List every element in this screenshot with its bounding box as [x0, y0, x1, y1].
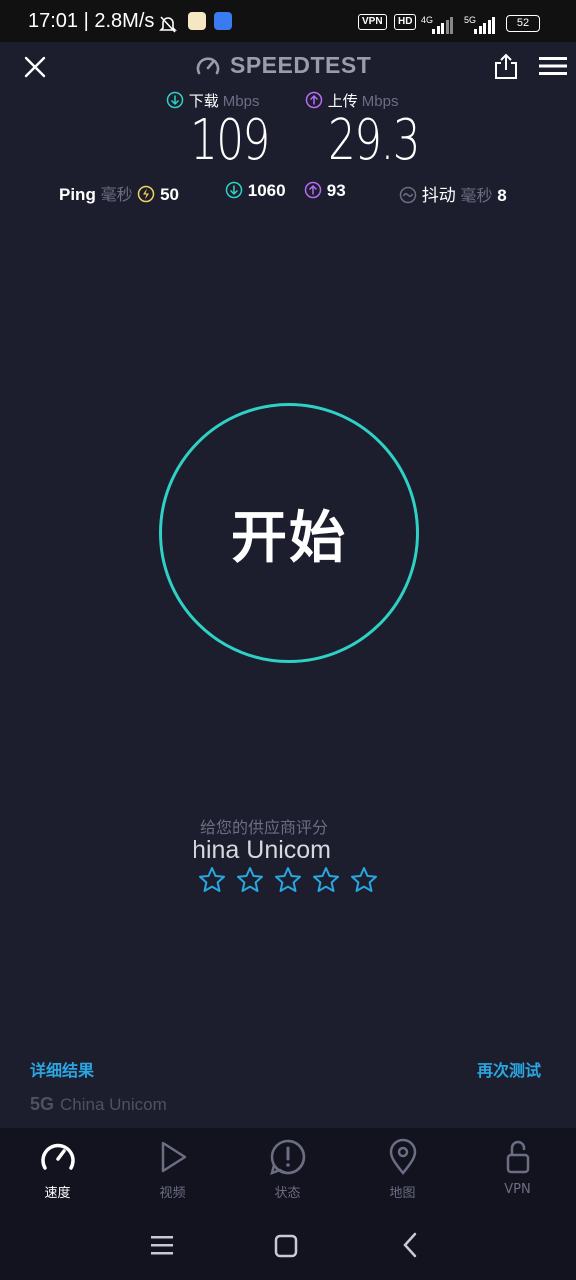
network-info: 5G China Unicom — [30, 1094, 167, 1115]
close-icon[interactable] — [24, 56, 46, 78]
rating-star-icon[interactable] — [236, 866, 264, 894]
download-value: 109 — [190, 108, 270, 173]
menu-icon[interactable] — [539, 56, 567, 76]
network-type-badge: 5G — [30, 1094, 55, 1114]
ping-upload-icon — [304, 181, 322, 199]
recent-apps-icon[interactable] — [150, 1234, 174, 1256]
ping-download-value: 1060 — [247, 181, 286, 200]
battery-icon: 52 — [506, 15, 540, 32]
status-time: 17:01 | 2.8M/s — [28, 10, 155, 32]
signal-icon — [432, 15, 455, 34]
download-arrow-icon — [166, 91, 184, 109]
tab-video[interactable]: 视频 — [115, 1128, 230, 1214]
rate-provider-prompt: 给您的供应商评分 — [200, 818, 329, 837]
tab-label: 视频 — [159, 1186, 186, 1201]
jitter-icon — [399, 186, 417, 204]
tab-status[interactable]: 状态 — [230, 1128, 345, 1214]
back-icon[interactable] — [400, 1232, 420, 1258]
app-notification-icon — [188, 12, 206, 30]
system-nav-bar — [0, 1214, 576, 1280]
start-button-label: 开始 — [231, 505, 347, 571]
play-icon — [161, 1141, 186, 1173]
retest-link[interactable]: 再次测试 — [477, 1057, 541, 1081]
tab-label: 地图 — [389, 1186, 416, 1201]
ping-upload-stat: 93 — [304, 181, 346, 201]
detailed-results-link[interactable]: 详细结果 — [30, 1057, 94, 1081]
app-title: SPEEDTEST — [230, 52, 372, 78]
tab-label: 状态 — [274, 1186, 301, 1201]
speedtest-logo-icon — [196, 57, 220, 75]
jitter-label: 抖动 — [421, 186, 456, 206]
upload-value: 29.3 — [328, 108, 421, 173]
vpn-status-badge: VPN — [358, 14, 387, 30]
status-bar: 17:01 | 2.8M/s VPN HD 4G 5G 52 — [0, 0, 576, 42]
ping-stat: Ping 毫秒 50 — [59, 181, 179, 205]
ping-label: Ping — [59, 185, 96, 204]
provider-name-text: China Unicom — [194, 836, 332, 864]
tab-map[interactable]: 地图 — [345, 1128, 460, 1214]
alert-icon — [269, 1139, 305, 1176]
tab-speed[interactable]: 速度 — [0, 1128, 115, 1214]
ping-idle-value: 50 — [160, 185, 179, 204]
map-pin-icon — [389, 1138, 416, 1175]
rating-star-icon[interactable] — [198, 866, 226, 894]
app-notification-icon — [214, 12, 232, 30]
start-button[interactable]: 开始 — [159, 403, 419, 663]
rating-star-icon[interactable] — [274, 866, 302, 894]
home-icon[interactable] — [274, 1234, 298, 1258]
provider-name: China Unicom — [194, 836, 374, 865]
jitter-unit: 毫秒 — [460, 186, 493, 205]
tab-label: 速度 — [44, 1186, 71, 1201]
ping-upload-value: 93 — [326, 181, 346, 200]
ping-download-stat: 1060 — [225, 181, 286, 201]
signal-icon — [474, 15, 497, 34]
jitter-stat: 抖动 毫秒 8 — [399, 181, 507, 206]
ping-idle-icon — [138, 185, 155, 203]
bell-off-icon — [159, 16, 177, 33]
bottom-tab-bar: 速度 视频 状态 地图 VPN — [0, 1128, 576, 1214]
tab-label: VPN — [504, 1182, 531, 1197]
upload-arrow-icon — [305, 91, 323, 109]
lock-open-icon — [506, 1140, 529, 1174]
tab-vpn[interactable]: VPN — [460, 1128, 575, 1214]
rating-star-icon[interactable] — [312, 866, 340, 894]
rating-star-icon[interactable] — [350, 866, 378, 894]
ping-unit: 毫秒 — [100, 185, 133, 204]
speedometer-icon — [40, 1143, 75, 1170]
network-provider: China Unicom — [60, 1095, 167, 1114]
jitter-value: 8 — [497, 186, 507, 205]
share-icon[interactable] — [493, 52, 519, 80]
hd-voice-badge: HD — [394, 14, 417, 30]
ping-download-icon — [225, 181, 243, 199]
